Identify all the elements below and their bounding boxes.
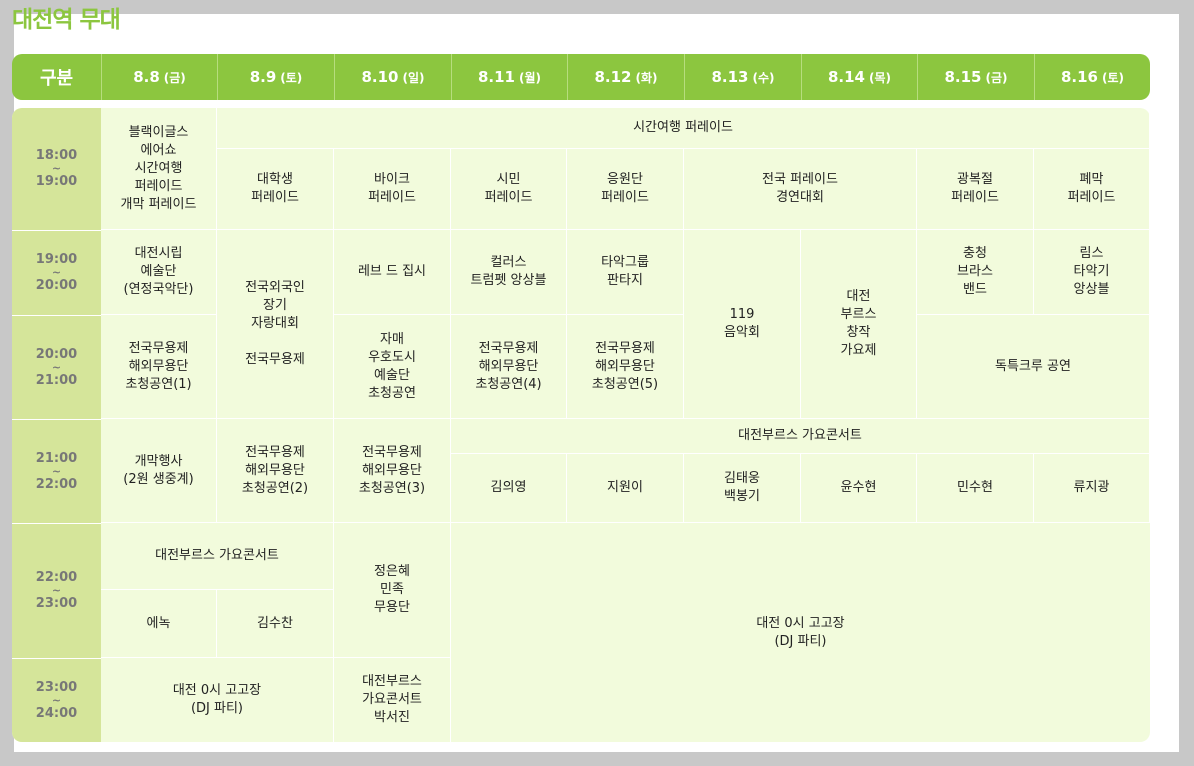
event-colors-trumpet: 컬러스 트럼펫 앙상블	[451, 230, 567, 315]
event-bruce-song: 대전 부르스 창작 가요제	[801, 230, 917, 419]
event-dance-invite-3: 전국무용제 해외무용단 초청공연(3)	[334, 419, 451, 523]
event-blackeagles: 블랙이글스 에어쇼 시간여행 퍼레이드 개막 퍼레이드	[101, 108, 217, 230]
event-bruce-concert-22: 대전부르스 가요콘서트	[101, 523, 334, 590]
event-opening-event: 개막행사 (2원 생중계)	[101, 419, 217, 523]
time-end: 24:00	[35, 705, 78, 721]
time-slot-18: 18:00 ~19:00	[12, 108, 101, 230]
day-label: (금)	[163, 70, 186, 85]
event-jung-eunhye: 정은혜 민족 무용단	[334, 523, 451, 658]
event-daejeon-orchestra: 대전시립 예술단 (연정국악단)	[101, 230, 217, 315]
event-dance-invite-2: 전국무용제 해외무용단 초청공연(2)	[217, 419, 334, 523]
time-sep: ~	[51, 693, 62, 707]
event-closing-parade: 폐막 퍼레이드	[1034, 149, 1150, 230]
time-slot-21: 21:00 ~22:00	[12, 419, 101, 523]
time-start: 21:00	[35, 450, 78, 466]
day-label: (토)	[1102, 70, 1125, 85]
time-end: 23:00	[35, 596, 78, 611]
date-label: 8.16	[1060, 68, 1098, 86]
date-label: 8.9	[249, 68, 277, 86]
event-enok: 에녹	[101, 590, 217, 658]
day-label: (수)	[752, 70, 775, 85]
header-date-8-14: 8.14 (목)	[801, 54, 917, 100]
event-dance-invite-1: 전국무용제 해외무용단 초청공연(1)	[101, 315, 217, 419]
time-sep: ~	[51, 360, 62, 374]
day-label: (화)	[635, 70, 658, 85]
date-label: 8.15	[944, 68, 982, 86]
date-label: 8.14	[827, 68, 865, 86]
header-date-8-9: 8.9 (토)	[217, 54, 334, 100]
header-date-8-12: 8.12 (화)	[567, 54, 684, 100]
time-end: 22:00	[35, 476, 78, 492]
day-label: (금)	[985, 70, 1008, 85]
date-label: 8.8	[133, 68, 160, 86]
time-slot-19: 19:00 ~20:00	[12, 230, 101, 315]
time-end: 21:00	[35, 372, 78, 388]
day-label: (일)	[402, 70, 425, 85]
event-min-suhyun: 민수현	[917, 454, 1034, 523]
date-label: 8.12	[594, 68, 632, 86]
date-label: 8.13	[711, 68, 749, 86]
event-zero-oclock-small: 대전 0시 고고장 (DJ 파티)	[101, 658, 334, 742]
event-zero-oclock-big: 대전 0시 고고장 (DJ 파티)	[756, 615, 845, 649]
time-slot-23: 23:00 ~24:00	[12, 658, 101, 742]
header-date-8-8: 8.8 (금)	[101, 54, 217, 100]
event-citizen-parade: 시민 퍼레이드	[451, 149, 567, 230]
time-start: 18:00	[35, 148, 78, 163]
event-kim-suchan: 김수찬	[217, 590, 334, 658]
event-foreigner-contest: 전국외국인 장기 자랑대회 전국무용제	[217, 230, 334, 419]
header-corner: 구분	[39, 68, 74, 89]
event-dance-invite-4: 전국무용제 해외무용단 초청공연(4)	[451, 315, 567, 419]
event-univ-parade: 대학생 퍼레이드	[217, 149, 334, 230]
header-date-8-15: 8.15 (금)	[917, 54, 1034, 100]
day-label: (월)	[519, 70, 542, 85]
event-fire-concert: 119 음악회	[684, 230, 801, 419]
time-start: 20:00	[35, 346, 78, 362]
event-kim-taewoong: 김태웅 백봉기	[684, 454, 801, 523]
event-chungcheong-brass: 충청 브라스 밴드	[917, 230, 1034, 315]
day-label: (목)	[869, 70, 892, 85]
header-date-8-16: 8.16 (토)	[1034, 54, 1150, 100]
event-percussion-fantasy: 타악그룹 판타지	[567, 230, 684, 315]
event-sister-city: 자매 우호도시 예술단 초청공연	[334, 315, 451, 419]
page-title: 대전역 무대	[12, 7, 121, 33]
event-yoon-suhyun: 윤수현	[801, 454, 917, 523]
date-label: 8.11	[477, 68, 515, 86]
event-dance-invite-5: 전국무용제 해외무용단 초청공연(5)	[567, 315, 684, 419]
header-date-8-13: 8.13 (수)	[684, 54, 801, 100]
event-ryu-jigwang: 류지광	[1034, 454, 1150, 523]
header-date-8-10: 8.10 (일)	[334, 54, 451, 100]
time-start: 23:00	[35, 679, 78, 695]
time-sep: ~	[51, 464, 62, 478]
time-end: 19:00	[35, 174, 78, 189]
time-start: 19:00	[35, 252, 78, 267]
time-end: 20:00	[35, 278, 78, 293]
event-rhythm-ensemble: 림스 타악기 앙상블	[1034, 230, 1150, 315]
event-jiwon: 지원이	[567, 454, 684, 523]
event-cheer-parade: 응원단 퍼레이드	[567, 149, 684, 230]
time-slot-22: 22:00 ~23:00	[12, 523, 101, 658]
event-kim-euiyoung: 김의영	[451, 454, 567, 523]
event-dokteuk-crew: 독특크루 공연	[917, 315, 1150, 419]
time-start: 22:00	[35, 570, 78, 585]
event-bruce-concert-park: 대전부르스 가요콘서트 박서진	[334, 658, 451, 742]
date-label: 8.10	[361, 68, 399, 86]
event-national-parade: 전국 퍼레이드 경연대회	[684, 149, 917, 230]
event-liberation-parade: 광복절 퍼레이드	[917, 149, 1034, 230]
event-bike-parade: 바이크 퍼레이드	[334, 149, 451, 230]
time-slot-20: 20:00 ~21:00	[12, 315, 101, 419]
header-date-8-11: 8.11 (월)	[451, 54, 567, 100]
day-label: (토)	[280, 70, 303, 85]
event-time-travel-parade: 시간여행 퍼레이드	[217, 108, 1150, 149]
event-reve-gypsy: 레브 드 집시	[334, 230, 451, 315]
event-bruce-concert-21: 대전부르스 가요콘서트	[451, 419, 1150, 454]
